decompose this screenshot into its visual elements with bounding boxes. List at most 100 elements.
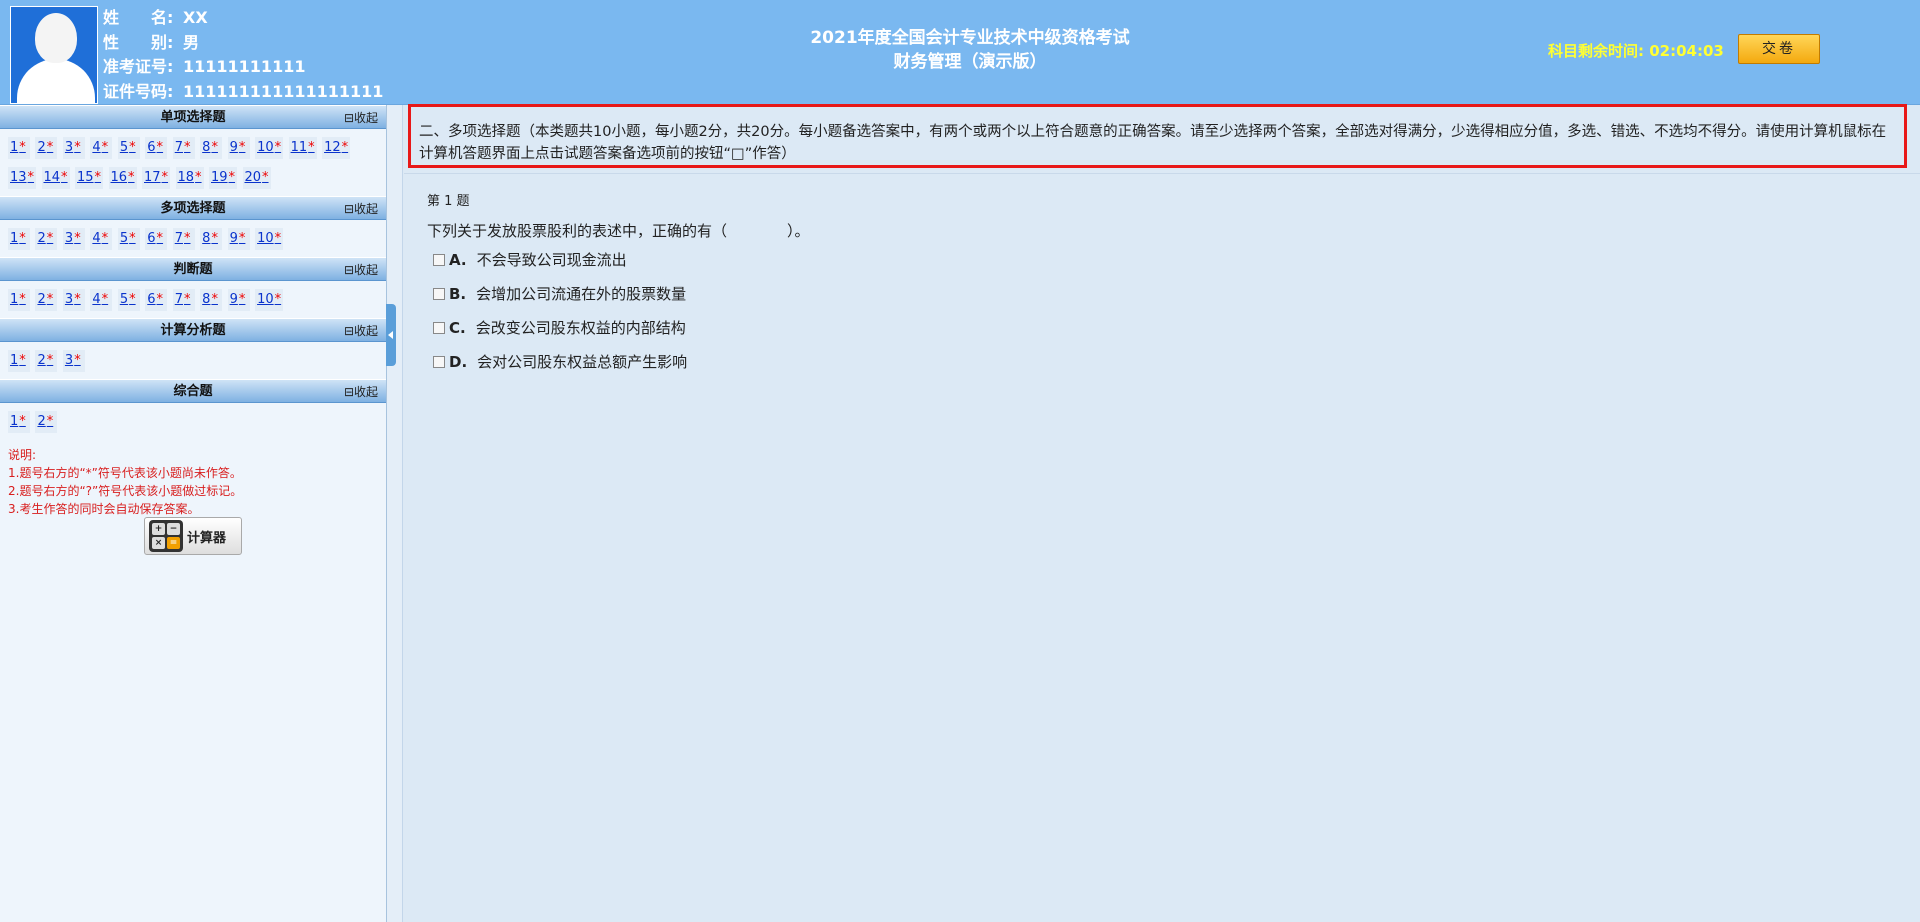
question-link[interactable]: 14* [41, 167, 70, 189]
collapse-button[interactable]: ⊟收起 [344, 258, 378, 282]
section-header: 判断题 ⊟收起 [0, 257, 386, 281]
section-header: 综合题 ⊟收起 [0, 379, 386, 403]
unanswered-mark: * [19, 353, 26, 368]
question-link[interactable]: 2* [35, 411, 58, 433]
question-link[interactable]: 1* [8, 411, 30, 433]
question-link[interactable]: 1* [8, 350, 30, 372]
question-link[interactable]: 20* [242, 167, 271, 189]
unanswered-mark: * [156, 231, 164, 246]
candidate-photo [10, 6, 98, 104]
question-link[interactable]: 9* [227, 228, 250, 250]
submit-button[interactable]: 交卷 [1738, 34, 1820, 64]
gender-label: 性 别: [103, 32, 174, 52]
section-header: 单项选择题 ⊟收起 [0, 105, 386, 129]
unanswered-mark: * [94, 170, 102, 185]
section-title: 综合题 [173, 384, 213, 399]
question-link[interactable]: 18* [175, 167, 204, 189]
question-link[interactable]: 8* [200, 289, 223, 311]
question-link-number: 3 [64, 292, 74, 307]
question-link[interactable]: 1* [8, 137, 30, 159]
question-link-number: 2 [37, 292, 46, 307]
question-link-number: 5 [119, 140, 129, 155]
question-link[interactable]: 10* [255, 228, 284, 250]
unanswered-mark: * [19, 231, 26, 246]
question-link-number: 10 [257, 140, 274, 155]
timer-value: 02:04:03 [1649, 42, 1724, 60]
candidate-name: XX [183, 8, 208, 27]
question-link[interactable]: 15* [75, 167, 104, 189]
question-link-number: 2 [37, 231, 46, 246]
unanswered-mark: * [184, 140, 191, 155]
option-a[interactable]: A. 不会导致公司现金流出 [433, 249, 627, 270]
question-link[interactable]: 13* [8, 167, 37, 189]
question-link[interactable]: 2* [35, 228, 58, 250]
option-c[interactable]: C. 会改变公司股东权益的内部结构 [433, 317, 686, 338]
question-link[interactable]: 6* [145, 137, 168, 159]
unanswered-mark: * [211, 292, 218, 307]
question-link[interactable]: 5* [117, 289, 140, 311]
question-link[interactable]: 11* [288, 137, 317, 159]
unanswered-mark: * [184, 231, 191, 246]
question-link[interactable]: 8* [200, 228, 223, 250]
name-label: 姓 名: [103, 8, 174, 27]
question-link-number: 7 [174, 140, 183, 155]
question-link[interactable]: 16* [108, 167, 137, 189]
question-link-number: 1 [10, 353, 19, 368]
question-link[interactable]: 3* [62, 350, 85, 372]
question-link[interactable]: 6* [145, 228, 168, 250]
question-link[interactable]: 19* [209, 167, 238, 189]
question-links: 1* 2* 3* [0, 342, 386, 379]
collapse-button[interactable]: ⊟收起 [344, 380, 378, 404]
calculator-button[interactable]: + − × = 计算器 [144, 517, 242, 555]
question-link[interactable]: 1* [8, 228, 30, 250]
option-a-checkbox[interactable] [433, 253, 445, 266]
unanswered-mark: * [74, 140, 81, 155]
question-link[interactable]: 6* [145, 289, 168, 311]
question-link-number: 10 [257, 292, 274, 307]
question-link[interactable]: 3* [62, 228, 85, 250]
question-link-number: 6 [147, 292, 156, 307]
calculator-icon: + − × = [149, 520, 183, 552]
question-link[interactable]: 5* [117, 228, 140, 250]
option-letter: C. [449, 318, 466, 337]
collapse-button[interactable]: ⊟收起 [344, 319, 378, 343]
candidate-ticket: 11111111111 [183, 57, 306, 76]
question-link[interactable]: 9* [227, 137, 250, 159]
question-link[interactable]: 5* [117, 137, 140, 159]
unanswered-mark: * [262, 170, 269, 185]
question-link[interactable]: 2* [35, 350, 58, 372]
option-c-checkbox[interactable] [433, 321, 445, 334]
question-link[interactable]: 10* [255, 289, 284, 311]
question-navigator: 单项选择题 ⊟收起 1* 2* 3* 4* 5* 6* 7* 8* 9* 10* 1… [0, 105, 387, 922]
option-text: 会对公司股东权益总额产生影响 [477, 353, 688, 371]
unanswered-mark: * [238, 140, 246, 155]
question-link[interactable]: 4* [90, 137, 113, 159]
unanswered-mark: * [46, 231, 54, 246]
question-link[interactable]: 3* [62, 289, 85, 311]
collapse-button[interactable]: ⊟收起 [344, 106, 378, 130]
question-link-number: 5 [119, 231, 129, 246]
option-d[interactable]: D. 会对公司股东权益总额产生影响 [433, 351, 687, 372]
question-link[interactable]: 4* [90, 289, 113, 311]
option-b-checkbox[interactable] [433, 287, 445, 300]
option-b[interactable]: B. 会增加公司流通在外的股票数量 [433, 283, 686, 304]
question-link-number: 7 [174, 292, 183, 307]
question-link[interactable]: 12* [322, 137, 351, 159]
question-link[interactable]: 7* [172, 137, 195, 159]
question-link[interactable]: 17* [142, 167, 171, 189]
question-link-number: 1 [10, 231, 19, 246]
candidate-info: 姓 名: XX 性 别: 男 准考证号: 11111111111 证件号码: 11111… [103, 6, 383, 104]
option-d-checkbox[interactable] [433, 355, 445, 368]
question-link[interactable]: 10* [255, 137, 284, 159]
question-link[interactable]: 3* [62, 137, 85, 159]
question-link[interactable]: 1* [8, 289, 30, 311]
question-link[interactable]: 4* [90, 228, 113, 250]
question-link[interactable]: 8* [200, 137, 223, 159]
question-link[interactable]: 9* [227, 289, 250, 311]
question-link[interactable]: 2* [35, 289, 58, 311]
collapse-button[interactable]: ⊟收起 [344, 197, 378, 221]
question-link[interactable]: 7* [172, 289, 195, 311]
question-link[interactable]: 7* [172, 228, 195, 250]
panel-toggle-handle[interactable] [386, 304, 396, 366]
question-link[interactable]: 2* [35, 137, 58, 159]
